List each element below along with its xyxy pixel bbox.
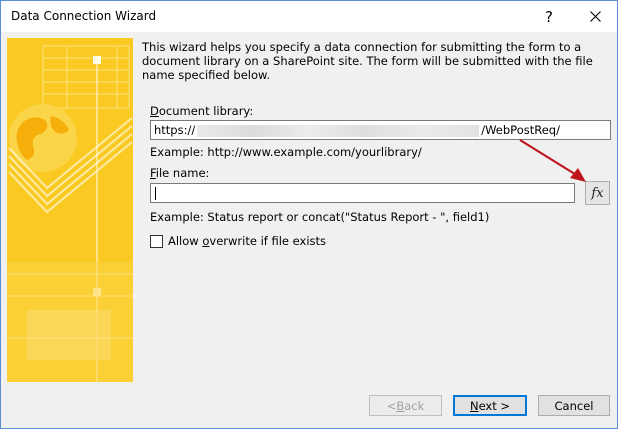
back-button-prefix: <: [386, 398, 397, 413]
allow-overwrite-checkbox[interactable]: [150, 234, 163, 248]
back-button-accelerator: B: [396, 398, 405, 413]
allow-overwrite-option[interactable]: Allow overwrite if file exists: [150, 234, 326, 248]
document-library-accelerator: D: [150, 104, 159, 118]
next-button[interactable]: Next >: [453, 395, 527, 416]
insert-formula-button[interactable]: fx: [585, 181, 610, 205]
document-library-example: Example: http://www.example.com/yourlibr…: [150, 145, 422, 159]
redacted-url-segment: [197, 124, 480, 137]
document-library-input[interactable]: https:// /WebPostReq/: [150, 120, 611, 140]
document-library-value-suffix: /WebPostReq/: [481, 123, 560, 137]
wizard-content: This wizard helps you specify a data con…: [0, 0, 618, 429]
file-name-example: Example: Status report or concat("Status…: [150, 210, 490, 224]
allow-overwrite-label: Allow overwrite if file exists: [168, 234, 326, 248]
next-button-label-end: ext >: [478, 398, 511, 413]
file-name-label-text: ile name:: [155, 166, 210, 180]
intro-text: This wizard helps you specify a data con…: [142, 40, 593, 82]
allow-overwrite-label-start: Allow: [168, 234, 203, 248]
document-library-value-prefix: https://: [154, 123, 196, 137]
back-button-label-end: ack: [404, 398, 425, 413]
back-button[interactable]: < Back: [369, 395, 442, 416]
file-name-input[interactable]: [150, 183, 575, 203]
cancel-button[interactable]: Cancel: [538, 395, 610, 416]
file-name-label: File name:: [150, 166, 209, 180]
cancel-button-label: Cancel: [554, 398, 594, 413]
text-caret: [155, 187, 156, 200]
allow-overwrite-label-end: verwrite if file exists: [209, 234, 327, 248]
formula-fx-icon: fx: [591, 185, 604, 201]
document-library-label-text: ocument library:: [158, 104, 254, 118]
next-button-accelerator: N: [469, 398, 479, 413]
document-library-label: Document library:: [150, 104, 253, 118]
